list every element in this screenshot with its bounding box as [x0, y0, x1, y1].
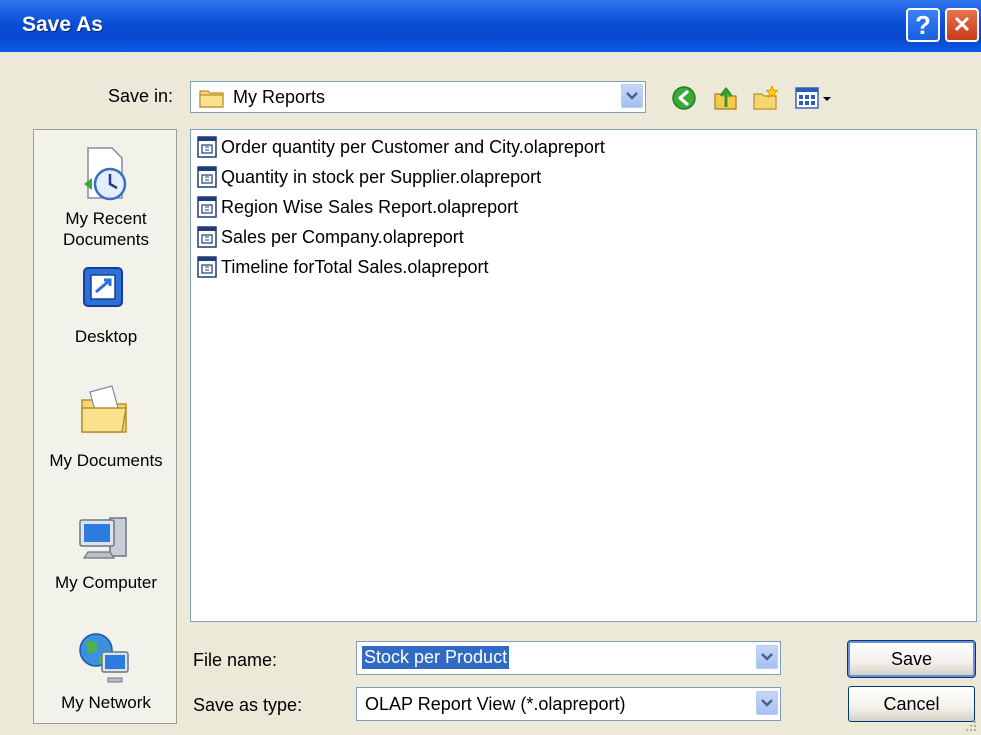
title-bar[interactable]: Save As ? ✕: [0, 0, 981, 52]
place-my-computer[interactable]: My Computer: [34, 500, 178, 610]
save-in-arrow-button[interactable]: [621, 84, 643, 108]
olap-report-file-icon: [197, 196, 217, 218]
file-name: Quantity in stock per Supplier.olaprepor…: [221, 166, 542, 187]
chevron-down-icon: [761, 653, 773, 661]
folder-icon: [199, 90, 224, 108]
list-item[interactable]: Region Wise Sales Report.olapreport: [197, 194, 518, 220]
help-button[interactable]: ?: [906, 8, 940, 42]
olap-report-file-icon: [197, 226, 217, 248]
place-label: My Documents: [49, 451, 163, 470]
help-icon: ?: [915, 9, 931, 40]
close-icon: ✕: [952, 12, 972, 37]
list-item[interactable]: Order quantity per Customer and City.ola…: [197, 134, 605, 160]
place-label: My Network: [61, 693, 151, 712]
place-label: Documents: [63, 230, 149, 249]
place-my-recent-documents[interactable]: My Recent Documents: [34, 136, 178, 254]
my-computer-icon: [79, 517, 127, 559]
cancel-button[interactable]: Cancel: [848, 686, 975, 722]
place-label: My Recent: [65, 209, 147, 228]
save-button-label: Save: [890, 648, 933, 669]
save-in-label: Save in:: [108, 86, 174, 106]
places-bar: My Recent Documents Desktop My Documents…: [33, 129, 177, 724]
list-item[interactable]: Quantity in stock per Supplier.olaprepor…: [197, 164, 541, 190]
my-network-icon: [79, 633, 129, 683]
desktop-icon: [83, 267, 123, 307]
list-item[interactable]: Timeline forTotal Sales.olapreport: [197, 254, 488, 280]
views-menu-icon[interactable]: [794, 84, 834, 112]
recent-documents-icon: [84, 147, 127, 201]
save-as-type-arrow-button[interactable]: [756, 691, 778, 715]
file-name: Timeline forTotal Sales.olapreport: [221, 256, 489, 277]
file-name-label: File name:: [193, 650, 278, 670]
file-name: Order quantity per Customer and City.ola…: [221, 136, 605, 157]
place-my-network[interactable]: My Network: [34, 620, 178, 724]
olap-report-file-icon: [197, 256, 217, 278]
up-folder-icon[interactable]: [712, 84, 740, 112]
place-my-documents[interactable]: My Documents: [34, 368, 178, 480]
file-name: Region Wise Sales Report.olapreport: [221, 196, 519, 217]
file-name-input[interactable]: Stock per Product: [362, 646, 510, 669]
close-button[interactable]: ✕: [945, 8, 979, 42]
place-label: Desktop: [74, 327, 138, 346]
place-desktop[interactable]: Desktop: [34, 256, 178, 356]
save-in-value: My Reports: [233, 87, 326, 107]
chevron-down-icon: [626, 92, 638, 100]
resize-grip-icon[interactable]: [962, 718, 978, 734]
olap-report-file-icon: [197, 136, 217, 158]
save-button[interactable]: Save: [847, 640, 976, 678]
cancel-button-label: Cancel: [883, 693, 940, 714]
back-arrow-icon[interactable]: [670, 84, 698, 112]
file-list[interactable]: Order quantity per Customer and City.ola…: [190, 129, 977, 622]
place-label: My Computer: [54, 573, 158, 592]
dialog-title: Save As: [22, 13, 103, 36]
my-documents-icon: [81, 385, 127, 433]
save-as-type-label: Save as type:: [193, 695, 303, 715]
olap-report-file-icon: [197, 166, 217, 188]
save-in-dropdown[interactable]: My Reports: [190, 81, 646, 113]
list-item[interactable]: Sales per Company.olapreport: [197, 224, 464, 250]
new-folder-icon[interactable]: [752, 84, 780, 112]
file-name: Sales per Company.olapreport: [221, 226, 464, 247]
save-as-type-dropdown[interactable]: OLAP Report View (*.olapreport): [356, 687, 781, 721]
file-name-arrow-button[interactable]: [756, 645, 778, 669]
chevron-down-icon: [761, 699, 773, 707]
file-name-field[interactable]: Stock per Product: [356, 641, 781, 675]
save-as-type-value: OLAP Report View (*.olapreport): [365, 694, 626, 714]
